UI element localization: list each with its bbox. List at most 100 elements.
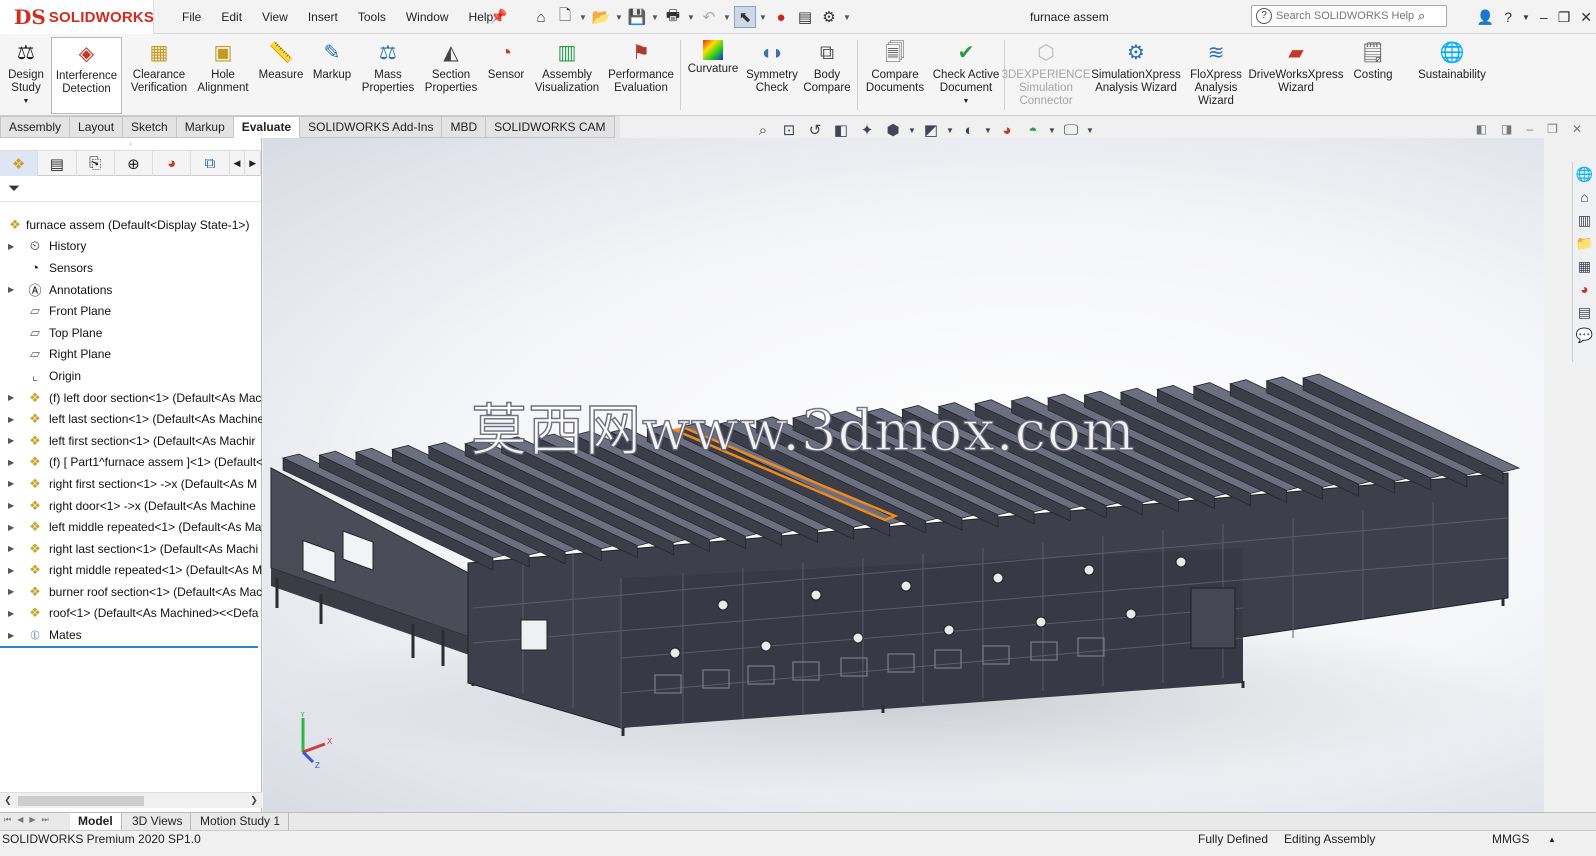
help-dropdown-icon[interactable]: ▼ xyxy=(1522,13,1530,22)
simulationxpress-button[interactable]: ⚙ SimulationXpress Analysis Wizard xyxy=(1088,40,1184,114)
first-tab-icon[interactable]: ⏮ xyxy=(4,815,11,825)
tree-node-component[interactable]: ▶ ❖ left middle repeated<1> (Default<As Ma xyxy=(0,516,262,538)
units-selector[interactable]: MMGS xyxy=(1492,831,1529,848)
tab-solidworks-add-ins[interactable]: SOLIDWORKS Add-Ins xyxy=(300,116,443,138)
body-compare-button[interactable]: ⧉ Body Compare xyxy=(802,40,852,114)
menu-file[interactable]: File xyxy=(172,0,211,34)
scroll-thumb[interactable] xyxy=(18,796,144,806)
scroll-left-icon[interactable]: ❮ xyxy=(0,795,16,806)
custom-properties-icon[interactable]: ▤ xyxy=(1578,304,1591,321)
tree-node-component[interactable]: ▶ ❖ left first section<1> (Default<As Mach… xyxy=(0,430,262,452)
propertymanager-icon[interactable]: ▤ xyxy=(38,151,77,176)
expand-arrow-icon[interactable]: ▶ xyxy=(8,436,16,445)
expand-arrow-icon[interactable]: ▶ xyxy=(8,479,16,488)
filter-funnel-icon[interactable]: ⏷ xyxy=(8,180,20,197)
tab-markup[interactable]: Markup xyxy=(176,116,234,138)
symmetry-check-button[interactable]: ◖◗ Symmetry Check xyxy=(744,40,800,114)
tab-sketch[interactable]: Sketch xyxy=(123,116,177,138)
expand-arrow-icon[interactable]: ▶ xyxy=(8,609,16,618)
print-icon[interactable]: 🖶 xyxy=(662,6,684,28)
expand-arrow-icon[interactable]: ▶ xyxy=(8,631,16,640)
design-library-icon[interactable]: ▥ xyxy=(1578,212,1591,229)
zoom-to-area-icon[interactable]: ⊡ xyxy=(778,121,800,139)
view-orientation-icon[interactable]: ⬢ xyxy=(882,121,904,139)
viewport-prev-icon[interactable]: ◧ xyxy=(1476,122,1487,136)
graphics-area[interactable]: 莫西网www.3dmox.com Y X Z xyxy=(263,138,1544,812)
tree-horizontal-scrollbar[interactable]: ❮ ❯ xyxy=(0,792,262,808)
tree-node-component[interactable]: ▶ ❖ right door<1> ->x (Default<As Machine xyxy=(0,495,262,517)
menu-window[interactable]: Window xyxy=(396,0,459,34)
viewport-next-icon[interactable]: ◨ xyxy=(1501,122,1512,136)
help-search-input[interactable] xyxy=(1276,10,1416,22)
expand-arrow-icon[interactable]: ▶ xyxy=(8,415,16,424)
tree-node-annotations[interactable]: ▶ Ⓐ Annotations xyxy=(0,279,262,301)
home-icon[interactable]: ⌂ xyxy=(530,6,552,28)
expand-arrow-icon[interactable]: ▶ xyxy=(8,242,16,251)
featuremanager-tree-icon[interactable]: ❖ xyxy=(0,151,39,176)
tree-node-front-plane[interactable]: ▱ Front Plane xyxy=(0,300,262,322)
dropdown-icon[interactable]: ▼ xyxy=(23,95,30,108)
tree-node-component[interactable]: ▶ ❖ right first section<1> ->x (Default<As… xyxy=(0,473,262,495)
tab-scroll-right-icon[interactable]: ▶ xyxy=(245,151,261,176)
save-icon[interactable]: 💾 xyxy=(626,6,648,28)
tree-node-component[interactable]: ▶ ❖ burner roof section<1> (Default<As Mac xyxy=(0,581,262,603)
display-style-dropdown-icon[interactable]: ▼ xyxy=(946,126,954,135)
new-dropdown-icon[interactable]: ▼ xyxy=(578,6,588,28)
measure-button[interactable]: 📏 Measure xyxy=(256,40,306,114)
tab-motion-study-1[interactable]: Motion Study 1 xyxy=(192,813,290,830)
appearances-icon[interactable]: ◕ xyxy=(1580,281,1588,298)
open-folder-icon[interactable]: 📂 xyxy=(590,6,612,28)
expand-arrow-icon[interactable]: ▶ xyxy=(8,285,16,294)
tab-evaluate[interactable]: Evaluate xyxy=(233,116,301,138)
units-dropdown-icon[interactable]: ▲ xyxy=(1548,831,1556,848)
file-explorer-icon[interactable]: 📁 xyxy=(1576,235,1593,252)
edit-appearance-icon[interactable]: ◕ xyxy=(996,122,1018,139)
costing-button[interactable]: 🗒 Costing xyxy=(1346,40,1400,114)
tab-model[interactable]: Model xyxy=(70,813,122,830)
open-dropdown-icon[interactable]: ▼ xyxy=(614,6,624,28)
viewport-restore-icon[interactable]: ❐ xyxy=(1547,122,1558,136)
viewport-close-icon[interactable]: ✕ xyxy=(1572,122,1582,136)
expand-arrow-icon[interactable]: ▶ xyxy=(8,501,16,510)
apply-scene-icon[interactable]: ◓ xyxy=(1022,122,1044,139)
solidworks-resources-icon[interactable]: 🌐 xyxy=(1576,166,1593,183)
clearance-verification-button[interactable]: ▦ Clearance Verification xyxy=(126,40,192,114)
sensor-button[interactable]: ◔ Sensor xyxy=(484,40,528,114)
tree-node-component[interactable]: ▶ ❖ right middle repeated<1> (Default<As M xyxy=(0,560,262,582)
menu-insert[interactable]: Insert xyxy=(298,0,348,34)
prev-tab-icon[interactable]: ◀ xyxy=(17,815,23,825)
tab-assembly[interactable]: Assembly xyxy=(0,116,71,138)
assembly-visualization-button[interactable]: ▥ Assembly Visualization xyxy=(531,40,603,114)
configurationmanager-icon[interactable]: ⎘ xyxy=(77,151,115,176)
help-icon[interactable]: ? xyxy=(1504,9,1512,25)
solidworks-logo[interactable]: DS SOLIDWORKS xyxy=(0,0,154,34)
solidworks-forum-icon[interactable]: 💬 xyxy=(1576,327,1593,344)
view-settings-monitor-icon[interactable]: 🖵 xyxy=(1060,122,1082,139)
close-icon[interactable]: ✕ xyxy=(1580,9,1592,26)
interference-detection-button[interactable]: ◈ Interference Detection xyxy=(51,37,122,114)
tab-scroll-left-icon[interactable]: ◀ xyxy=(230,151,246,176)
tree-node-top-plane[interactable]: ▱ Top Plane xyxy=(0,322,262,344)
floxpress-button[interactable]: ≋ FloXpress Analysis Wizard xyxy=(1186,40,1246,114)
expand-arrow-icon[interactable]: ▶ xyxy=(8,523,16,532)
zoom-to-fit-icon[interactable]: ⌕ xyxy=(752,122,774,139)
tree-node-origin[interactable]: ⌞ Origin xyxy=(0,365,262,387)
view-palette-icon[interactable]: ▦ xyxy=(1578,258,1591,275)
expand-arrow-icon[interactable]: ▶ xyxy=(8,544,16,553)
3dexperience-simulation-connector-button[interactable]: ⬡ 3DEXPERIENCE Simulation Connector xyxy=(1002,40,1091,114)
save-dropdown-icon[interactable]: ▼ xyxy=(650,6,660,28)
tree-root-assembly[interactable]: ❖ furnace assem (Default<Display State-1>… xyxy=(0,214,262,236)
tree-filter[interactable]: ⏷ xyxy=(0,176,261,202)
last-tab-icon[interactable]: ⏭ xyxy=(42,815,49,825)
pin-menu-icon[interactable]: 📌 xyxy=(490,8,507,24)
tree-node-history[interactable]: ▶ ⏲ History xyxy=(0,236,262,258)
next-tab-icon[interactable]: ▶ xyxy=(29,815,35,825)
search-icon[interactable]: ⌕ xyxy=(1418,8,1425,24)
minimize-icon[interactable]: – xyxy=(1540,9,1548,25)
tree-node-component[interactable]: ▶ ❖ (f) [ Part1^furnace assem ]<1> (Defaul… xyxy=(0,452,262,474)
check-active-document-button[interactable]: ✔ Check Active Document ▼ xyxy=(930,40,1002,114)
sustainability-button[interactable]: 🌐 Sustainability xyxy=(1410,40,1494,114)
mass-properties-button[interactable]: ⚖ Mass Properties xyxy=(358,40,418,114)
displaymanager-icon[interactable]: ◕ xyxy=(153,151,192,176)
tree-node-component[interactable]: ▶ ❖ (f) left door section<1> (Default<As M… xyxy=(0,387,262,409)
